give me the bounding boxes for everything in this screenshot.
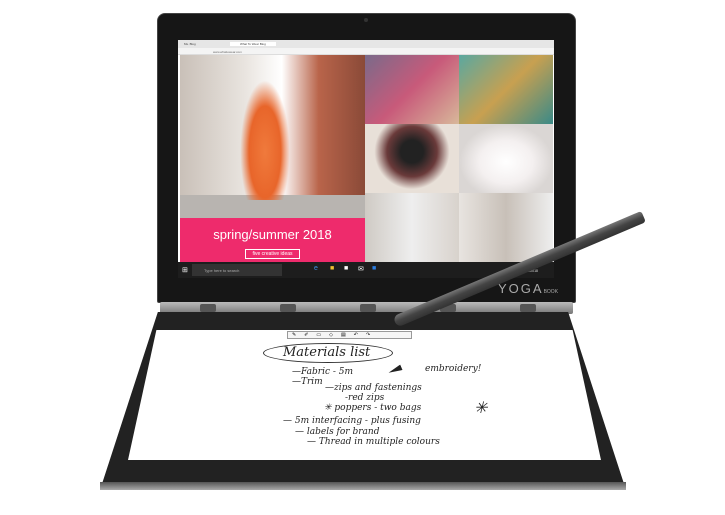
address-text: www.whattowear.com bbox=[213, 50, 242, 54]
banner-title: spring/summer 2018 bbox=[213, 227, 332, 242]
yoga-logo: YOGABOOK bbox=[498, 281, 558, 296]
mail-icon[interactable]: ✉ bbox=[358, 265, 364, 273]
star-doodle: ✳ bbox=[474, 398, 488, 417]
hinge-knuckle bbox=[520, 304, 536, 312]
note-line: —zips and fastenings bbox=[325, 383, 422, 393]
folder-icon[interactable]: ■ bbox=[330, 265, 334, 272]
taskbar-search[interactable]: Type here to search bbox=[192, 264, 282, 276]
hinge-knuckle bbox=[280, 304, 296, 312]
photo-tile[interactable] bbox=[459, 124, 553, 193]
base-edge bbox=[100, 482, 626, 490]
redo-icon[interactable]: ↷ bbox=[366, 332, 370, 338]
photo-tile[interactable] bbox=[459, 193, 553, 262]
address-bar[interactable]: www.whattowear.com bbox=[178, 48, 554, 55]
note-line: -red zips bbox=[345, 393, 385, 403]
hinge-knuckle bbox=[360, 304, 376, 312]
note-line: — Thread in multiple colours bbox=[307, 437, 440, 447]
brand-sub: BOOK bbox=[543, 289, 559, 295]
camera bbox=[364, 18, 368, 22]
note-toolbar[interactable]: ✎ ✐ ▭ ◇ ▤ ↶ ↷ bbox=[287, 331, 412, 339]
undo-icon[interactable]: ↶ bbox=[354, 332, 358, 338]
brand-name: YOGA bbox=[498, 281, 544, 296]
pen-tool-icon[interactable]: ✎ bbox=[292, 332, 296, 338]
note-line: — 5m interfacing - plus fusing bbox=[283, 416, 421, 426]
hero-image bbox=[180, 55, 365, 218]
note-line: —Trim bbox=[292, 377, 323, 387]
hinge-knuckle bbox=[200, 304, 216, 312]
eraser-icon[interactable]: ▭ bbox=[316, 332, 321, 338]
photo-tile[interactable] bbox=[365, 124, 459, 193]
promo-banner: spring/summer 2018 five creative ideas bbox=[180, 218, 365, 262]
windows-start-icon[interactable]: ⊞ bbox=[182, 266, 188, 274]
note-line: — labels for brand bbox=[295, 427, 380, 437]
photo-tile[interactable] bbox=[365, 55, 459, 124]
app-icon[interactable]: ■ bbox=[372, 265, 376, 272]
photo-tile[interactable] bbox=[459, 55, 553, 124]
note-line: embroidery! bbox=[425, 364, 482, 374]
store-icon[interactable]: ■ bbox=[344, 265, 348, 272]
search-placeholder: Type here to search bbox=[204, 268, 240, 273]
note-line: ✳ poppers - two bags bbox=[324, 403, 422, 413]
note-line: —Fabric - 5m bbox=[292, 367, 354, 377]
edge-icon[interactable]: e bbox=[314, 265, 318, 272]
shape-icon[interactable]: ◇ bbox=[329, 332, 333, 338]
browser-tab-active[interactable]: What To Wear Blog bbox=[230, 42, 276, 46]
browser-tab[interactable]: Ms. Blog bbox=[184, 42, 196, 46]
brush-icon[interactable]: ✐ bbox=[304, 332, 308, 338]
banner-button[interactable]: five creative ideas bbox=[245, 249, 300, 259]
display-screen: Ms. Blog What To Wear Blog www.whattowea… bbox=[178, 40, 554, 278]
image-icon[interactable]: ▤ bbox=[341, 332, 346, 338]
notes-title: Materials list bbox=[283, 345, 371, 360]
browser-tab-bar: Ms. Blog What To Wear Blog bbox=[178, 40, 554, 48]
model-in-orange-dress bbox=[240, 80, 290, 200]
photo-tile[interactable] bbox=[365, 193, 459, 262]
